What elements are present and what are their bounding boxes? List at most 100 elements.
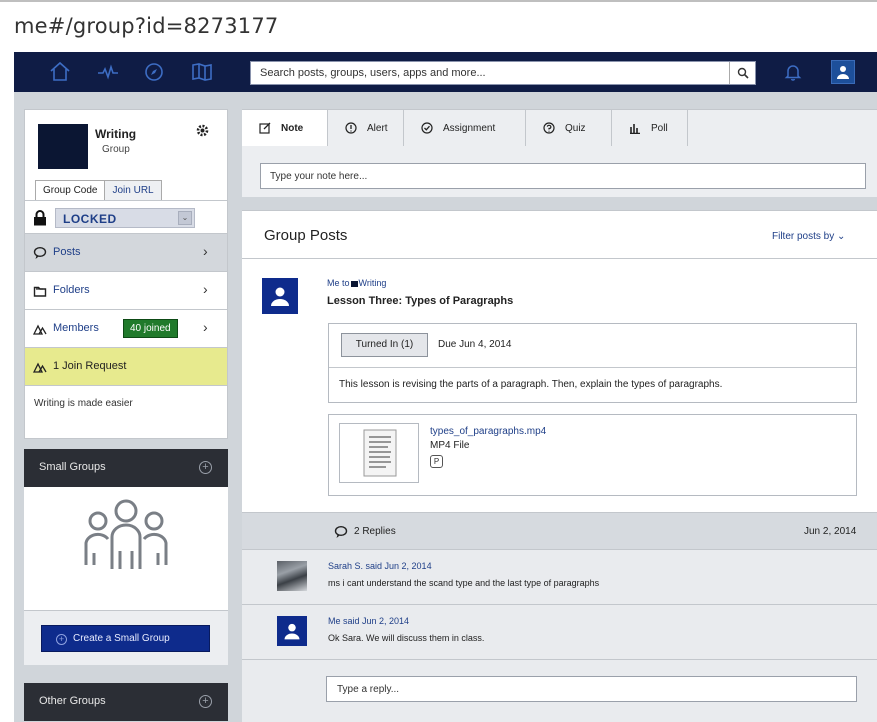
avatar[interactable] bbox=[277, 616, 307, 646]
group-name: Writing bbox=[95, 127, 137, 141]
members-icon bbox=[32, 360, 47, 374]
assignment-icon bbox=[421, 122, 433, 134]
reply-text: Ok Sara. We will discuss them in class. bbox=[328, 633, 485, 643]
chevron-down-icon[interactable]: ⌄ bbox=[178, 211, 192, 225]
add-small-group-icon[interactable]: + bbox=[199, 461, 212, 474]
tab-quiz[interactable]: Quiz bbox=[526, 110, 612, 146]
preview-icon[interactable]: P bbox=[430, 455, 443, 468]
people-group-icon bbox=[84, 499, 168, 569]
turned-in-button[interactable]: Turned In (1) bbox=[341, 333, 428, 357]
home-icon[interactable] bbox=[48, 60, 72, 84]
folder-icon bbox=[33, 284, 47, 298]
sidebar-item-folders[interactable]: Folders › bbox=[25, 272, 227, 310]
note-icon bbox=[259, 122, 271, 134]
poll-icon bbox=[630, 124, 640, 134]
sidebar-item-posts[interactable]: Posts › bbox=[25, 234, 227, 272]
chevron-right-icon: › bbox=[203, 319, 208, 335]
attachment-file-type: MP4 File bbox=[430, 440, 470, 451]
library-icon[interactable] bbox=[190, 60, 214, 84]
user-menu-button[interactable] bbox=[831, 60, 855, 84]
reply-text: ms i cant understand the scand type and … bbox=[328, 578, 600, 588]
group-card: Writing Group Group Code Join URL LOCKED… bbox=[24, 109, 228, 439]
note-input[interactable]: Type your note here... bbox=[260, 163, 866, 189]
tab-note[interactable]: Note bbox=[242, 110, 328, 146]
tab-label: Poll bbox=[651, 122, 668, 134]
avatar[interactable] bbox=[262, 278, 298, 314]
group-code-tabs: Group Code Join URL bbox=[35, 180, 162, 201]
url-text: me#/group?id=8273177 bbox=[14, 14, 279, 38]
tab-label: Alert bbox=[367, 122, 388, 134]
reply-composer: Type a reply... bbox=[242, 660, 877, 722]
create-small-group-button[interactable]: + Create a Small Group bbox=[41, 625, 210, 652]
members-icon bbox=[32, 322, 47, 336]
post-group[interactable]: Writing bbox=[359, 278, 387, 288]
small-groups-header: Small Groups + bbox=[24, 449, 228, 487]
small-groups-footer: + Create a Small Group bbox=[24, 610, 228, 665]
replies-count[interactable]: 2 Replies bbox=[354, 526, 396, 537]
filter-posts-label: Filter posts by bbox=[772, 231, 835, 242]
reply-placeholder: Type a reply... bbox=[337, 684, 400, 695]
quiz-icon bbox=[543, 122, 555, 134]
lock-status-select[interactable]: LOCKED ⌄ bbox=[55, 208, 195, 228]
chevron-right-icon: › bbox=[203, 243, 208, 259]
small-groups-illustration bbox=[24, 487, 228, 610]
alert-icon bbox=[345, 122, 357, 134]
activity-icon[interactable] bbox=[96, 60, 120, 84]
filter-posts-dropdown[interactable]: Filter posts by ⌄ bbox=[772, 231, 845, 242]
search-button[interactable] bbox=[729, 62, 755, 84]
attachment-file-name[interactable]: types_of_paragraphs.mp4 bbox=[430, 426, 546, 437]
bell-icon[interactable] bbox=[782, 61, 804, 83]
group-posts-panel: Group Posts Filter posts by ⌄ Me to Writi… bbox=[242, 210, 877, 722]
tab-poll[interactable]: Poll bbox=[612, 110, 688, 146]
add-other-group-icon[interactable]: + bbox=[199, 695, 212, 708]
tab-group-code[interactable]: Group Code bbox=[35, 180, 106, 201]
tab-label: Quiz bbox=[565, 122, 586, 134]
plus-circle-icon: + bbox=[56, 634, 67, 645]
gear-icon[interactable] bbox=[196, 124, 209, 137]
user-icon bbox=[284, 623, 300, 640]
members-count-badge: 40 joined bbox=[123, 319, 178, 338]
post-author[interactable]: Me bbox=[327, 278, 340, 288]
search-placeholder: Search posts, groups, users, apps and mo… bbox=[260, 67, 486, 79]
other-groups-header: Other Groups + bbox=[24, 683, 228, 721]
search-input[interactable]: Search posts, groups, users, apps and mo… bbox=[250, 61, 756, 85]
discover-icon[interactable] bbox=[142, 60, 166, 84]
composer-tabs: Note Alert Assignment Quiz Poll bbox=[242, 110, 688, 146]
sidebar-item-label: Folders bbox=[53, 284, 90, 296]
group-type: Group bbox=[102, 144, 130, 155]
post-meta: Me to Writing bbox=[327, 278, 386, 288]
main-content: Note Alert Assignment Quiz Poll Type you… bbox=[242, 92, 877, 722]
reply-meta[interactable]: Me said Jun 2, 2014 bbox=[328, 616, 409, 626]
note-placeholder: Type your note here... bbox=[270, 171, 368, 182]
sidebar-item-join-request[interactable]: 1 Join Request bbox=[25, 348, 227, 386]
tab-assignment[interactable]: Assignment bbox=[404, 110, 526, 146]
screen: me#/group?id=8273177 Search posts, group… bbox=[0, 0, 877, 722]
post-title: Lesson Three: Types of Paragraphs bbox=[327, 295, 514, 307]
group-avatar bbox=[38, 124, 88, 169]
reply-input[interactable]: Type a reply... bbox=[326, 676, 857, 702]
assignment-box: Turned In (1) Due Jun 4, 2014 This lesso… bbox=[328, 323, 857, 403]
chevron-down-icon: ⌄ bbox=[837, 231, 846, 242]
group-posts-header: Group Posts Filter posts by ⌄ bbox=[242, 211, 877, 259]
file-thumbnail[interactable] bbox=[339, 423, 419, 483]
tab-label: Assignment bbox=[443, 122, 496, 134]
speech-bubble-icon bbox=[33, 246, 47, 260]
small-groups-title: Small Groups bbox=[39, 461, 106, 473]
search-icon bbox=[737, 67, 749, 79]
tab-alert[interactable]: Alert bbox=[328, 110, 404, 146]
post-composer: Note Alert Assignment Quiz Poll Type you… bbox=[242, 109, 877, 197]
left-sidebar: Writing Group Group Code Join URL LOCKED… bbox=[14, 92, 242, 722]
avatar[interactable] bbox=[277, 561, 307, 591]
replies-bar: 2 Replies Jun 2, 2014 bbox=[242, 512, 877, 550]
reply-meta[interactable]: Sarah S. said Jun 2, 2014 bbox=[328, 561, 432, 571]
browser-url-bar[interactable]: me#/group?id=8273177 bbox=[0, 0, 877, 42]
sidebar-item-members[interactable]: Members 40 joined › bbox=[25, 310, 227, 348]
tab-join-url[interactable]: Join URL bbox=[105, 180, 162, 201]
reply-item: Sarah S. said Jun 2, 2014 ms i cant unde… bbox=[242, 550, 877, 605]
post-date: Jun 2, 2014 bbox=[804, 526, 857, 537]
sidebar-item-label: Members bbox=[53, 322, 99, 334]
create-small-group-label: Create a Small Group bbox=[73, 633, 170, 644]
assignment-description-row: This lesson is revising the parts of a p… bbox=[329, 367, 856, 402]
lock-status-value: LOCKED bbox=[63, 212, 117, 226]
other-groups-title: Other Groups bbox=[39, 695, 106, 707]
